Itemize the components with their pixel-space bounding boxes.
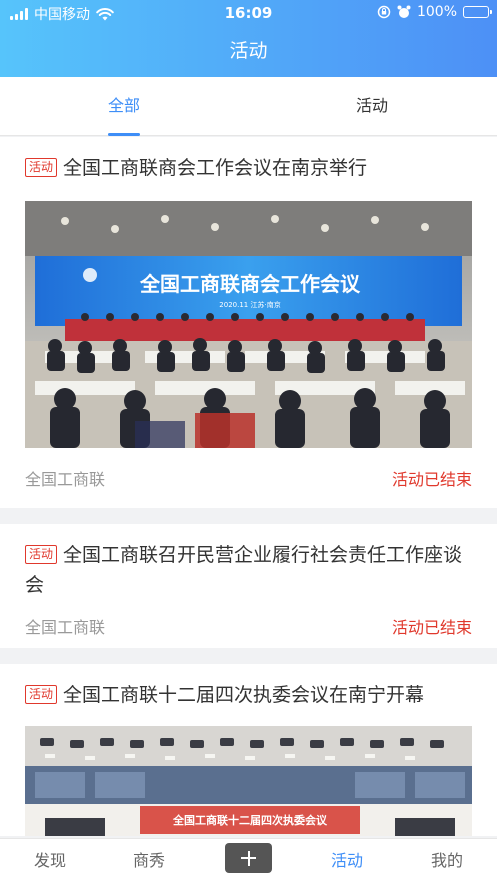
battery-charging-icon — [463, 6, 492, 18]
activity-list[interactable]: 活动 全国工商联商会工作会议在南京举行 全国工商联商会工作会议 2020.11 … — [0, 137, 497, 838]
activity-tag: 活动 — [25, 545, 58, 564]
header: 中国移动 16:09 100% 活动 — [0, 0, 497, 77]
list-item[interactable]: 活动 全国工商联召开民营企业履行社会责任工作座谈会 全国工商联 活动已结束 — [0, 524, 497, 648]
tab-activity[interactable]: 活动 — [312, 77, 432, 136]
conference-photo: 全国工商联十二届四次执委会议 — [25, 726, 472, 836]
item-title-text: 全国工商联召开民营企业履行社会责任工作座谈会 — [25, 544, 463, 596]
item-title-text: 全国工商联十二届四次执委会议在南宁开幕 — [63, 684, 425, 706]
battery-percent: 100% — [416, 4, 457, 20]
nav-discover[interactable]: 发现 — [20, 839, 80, 883]
item-title: 活动 全国工商联召开民营企业履行社会责任工作座谈会 — [25, 524, 472, 600]
page-title: 活动 — [229, 40, 268, 62]
alarm-icon — [397, 5, 411, 18]
list-item[interactable]: 活动 全国工商联十二届四次执委会议在南宁开幕 全国工商联十二届四次执委会议 — [0, 664, 497, 836]
activity-tag: 活动 — [25, 685, 58, 704]
item-meta: 全国工商联 活动已结束 — [25, 448, 472, 508]
plus-icon[interactable] — [225, 843, 272, 873]
item-status: 活动已结束 — [391, 618, 472, 637]
tab-bar: 全部 活动 — [0, 77, 497, 136]
activity-tag: 活动 — [25, 158, 58, 177]
status-bar: 中国移动 16:09 100% — [0, 0, 497, 26]
item-meta: 全国工商联 活动已结束 — [25, 600, 472, 648]
item-source: 全国工商联 — [25, 618, 106, 637]
item-status: 活动已结束 — [391, 470, 472, 489]
rotation-lock-icon — [377, 5, 391, 19]
conference-photo: 全国工商联商会工作会议 2020.11 江苏·南京 — [25, 201, 472, 448]
banner-subtitle: 2020.11 江苏·南京 — [219, 300, 280, 309]
list-item[interactable]: 活动 全国工商联商会工作会议在南京举行 全国工商联商会工作会议 2020.11 … — [0, 137, 497, 508]
nav-mine[interactable]: 我的 — [417, 839, 477, 883]
item-title: 活动 全国工商联十二届四次执委会议在南宁开幕 — [25, 664, 472, 710]
item-title: 活动 全国工商联商会工作会议在南京举行 — [25, 137, 472, 183]
tab-all[interactable]: 全部 — [64, 77, 184, 136]
bottom-nav: 发现 商秀 活动 我的 — [0, 838, 497, 883]
nav-showcase[interactable]: 商秀 — [119, 839, 179, 883]
banner-title: 全国工商联商会工作会议 — [139, 272, 361, 296]
item-title-text: 全国工商联商会工作会议在南京举行 — [63, 157, 368, 179]
nav-activity[interactable]: 活动 — [317, 839, 377, 883]
item-source: 全国工商联 — [25, 470, 106, 489]
banner-title: 全国工商联十二届四次执委会议 — [172, 813, 328, 827]
